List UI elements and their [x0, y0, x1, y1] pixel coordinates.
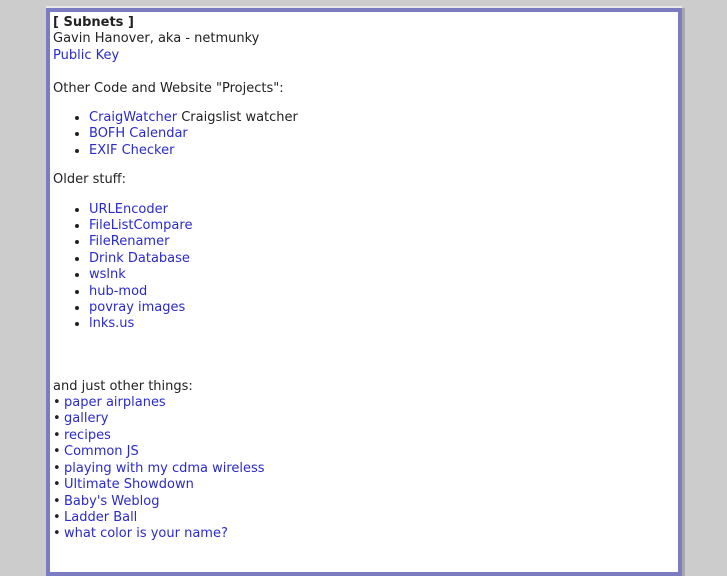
- list-item: • what color is your name?: [53, 526, 228, 542]
- list-item: EXIF Checker: [89, 143, 298, 159]
- older-list: URLEncoder FileListCompare FileRenamer D…: [53, 202, 298, 333]
- list-item: povray images: [89, 300, 298, 316]
- older-link[interactable]: lnks.us: [89, 316, 134, 331]
- other-heading: and just other things:: [53, 378, 193, 394]
- public-key-link[interactable]: Public Key: [53, 48, 119, 63]
- projects-heading: Other Code and Website "Projects":: [53, 80, 284, 96]
- exif-checker-link[interactable]: EXIF Checker: [89, 143, 174, 158]
- older-link[interactable]: hub-mod: [89, 284, 147, 299]
- craigwatcher-desc: Craigslist watcher: [177, 110, 298, 126]
- list-item: lnks.us: [89, 316, 298, 332]
- list-item: URLEncoder: [89, 202, 298, 218]
- author-line: Gavin Hanover, aka - netmunky: [53, 31, 260, 47]
- other-list: • paper airplanes • gallery • recipes • Comm…: [53, 395, 298, 543]
- site-title: [ Subnets ]: [53, 15, 134, 30]
- other-link[interactable]: what color is your name?: [64, 526, 228, 541]
- list-item: FileRenamer: [89, 234, 298, 250]
- list-item: wslnk: [89, 267, 298, 283]
- list-item: • paper airplanes: [53, 395, 166, 411]
- older-link[interactable]: povray images: [89, 300, 185, 315]
- other-link[interactable]: Common JS: [64, 444, 139, 459]
- other-link[interactable]: paper airplanes: [64, 395, 166, 410]
- older-link[interactable]: Drink Database: [89, 251, 190, 266]
- list-item: BOFH Calendar: [89, 126, 298, 142]
- list-item: • Baby's Weblog: [53, 493, 160, 509]
- other-link[interactable]: gallery: [64, 411, 108, 426]
- older-link[interactable]: FileRenamer: [89, 234, 169, 249]
- older-link[interactable]: FileListCompare: [89, 218, 192, 233]
- older-heading: Older stuff:: [53, 172, 127, 188]
- list-item: • Ladder Ball: [53, 509, 138, 525]
- list-item: CraigWatcher Craigslist watcher: [89, 110, 298, 126]
- older-link[interactable]: URLEncoder: [89, 202, 168, 217]
- other-link[interactable]: Baby's Weblog: [64, 494, 159, 509]
- craigwatcher-link[interactable]: CraigWatcher: [89, 110, 177, 125]
- older-link[interactable]: wslnk: [89, 267, 126, 282]
- other-link[interactable]: Ultimate Showdown: [64, 477, 194, 492]
- list-item: • gallery: [53, 411, 109, 427]
- projects-list: CraigWatcher Craigslist watcher BOFH Cal…: [53, 110, 298, 159]
- list-item: FileListCompare: [89, 218, 298, 234]
- list-item: hub-mod: [89, 284, 298, 300]
- other-link[interactable]: recipes: [64, 428, 111, 443]
- list-item: • Ultimate Showdown: [53, 477, 194, 493]
- content-box: [ Subnets ] Gavin Hanover, aka - netmunk…: [46, 8, 682, 576]
- list-item: • recipes: [53, 427, 111, 443]
- other-link[interactable]: playing with my cdma wireless: [64, 461, 265, 476]
- list-item: • playing with my cdma wireless: [53, 460, 265, 476]
- list-item: • Common JS: [53, 444, 139, 460]
- other-link[interactable]: Ladder Ball: [64, 510, 137, 525]
- bofh-calendar-link[interactable]: BOFH Calendar: [89, 126, 188, 141]
- list-item: Drink Database: [89, 251, 298, 267]
